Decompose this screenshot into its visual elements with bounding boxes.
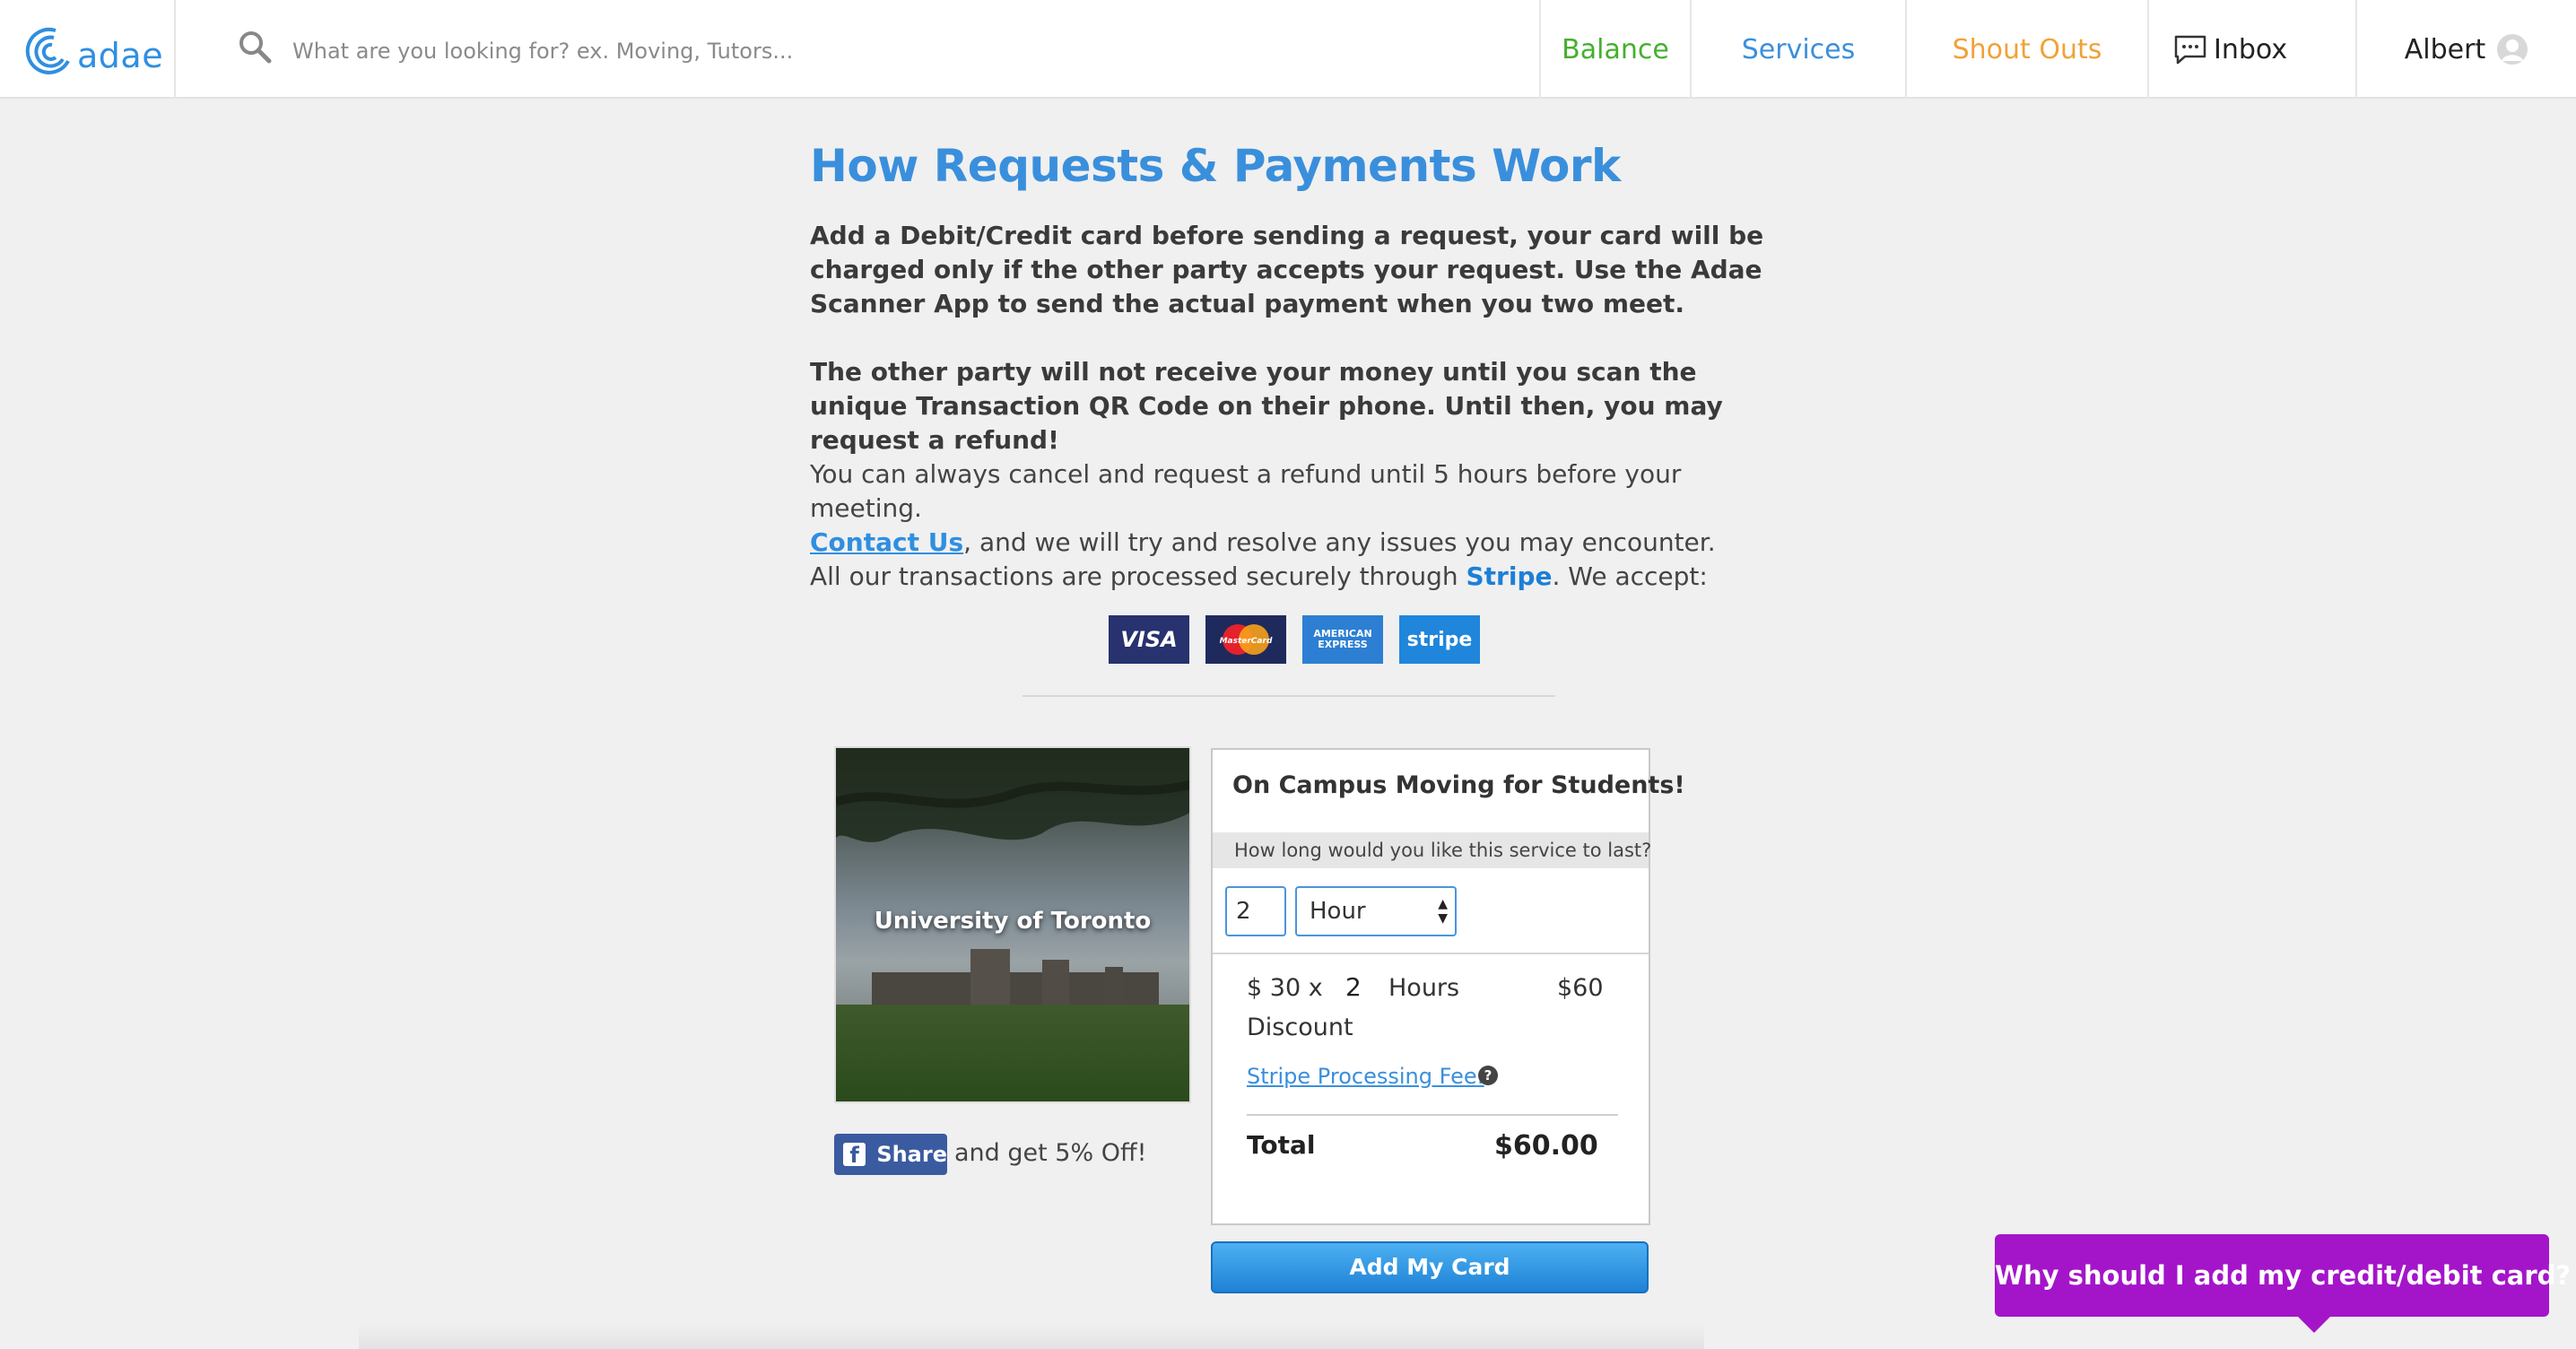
nav-balance[interactable]: Balance — [1539, 0, 1690, 99]
search-icon — [239, 31, 272, 64]
stripe-suffix: . We accept: — [1552, 561, 1708, 591]
stripe-prefix: All our transactions are processed secur… — [810, 561, 1466, 591]
nav-user-name: Albert — [2404, 33, 2486, 65]
section-divider — [1023, 695, 1555, 697]
service-title: On Campus Moving for Students! — [1232, 771, 1685, 799]
stripe-logo-text: stripe — [1406, 628, 1473, 651]
price-quantity: 2 — [1345, 972, 1362, 1002]
mastercard-circles-icon: MasterCard — [1220, 624, 1273, 655]
info-paragraph-card: Add a Debit/Credit card before sending a… — [810, 221, 1764, 318]
mastercard-logo-text: MasterCard — [1220, 637, 1273, 646]
info-paragraph-refund: The other party will not receive your mo… — [810, 357, 1723, 455]
select-arrows-icon: ▲ ▼ — [1438, 897, 1448, 926]
top-nav-bar: adae Balance Services Shout Outs Inbox A… — [0, 0, 2576, 99]
nav-shout-outs[interactable]: Shout Outs — [1905, 0, 2147, 99]
stripe-link[interactable]: Stripe — [1466, 561, 1553, 591]
nav-services-label: Services — [1741, 33, 1856, 65]
facebook-share-label: Share — [876, 1142, 947, 1167]
stripe-logo: stripe — [1399, 615, 1480, 664]
nav-services[interactable]: Services — [1690, 0, 1905, 99]
search-input[interactable] — [291, 30, 1478, 72]
adae-logo-icon — [25, 27, 70, 74]
price-unit: Hours — [1388, 974, 1460, 1002]
nav-shout-outs-label: Shout Outs — [1952, 33, 2102, 65]
stripe-fee-link[interactable]: Stripe Processing Fee: — [1247, 1064, 1484, 1089]
accepted-cards: VISA MasterCard AMERICAN EXPRESS stripe — [1109, 615, 1480, 664]
info-paragraph-stripe: All our transactions are processed secur… — [810, 560, 1797, 594]
visa-logo: VISA — [1109, 615, 1189, 664]
mastercard-logo: MasterCard — [1205, 615, 1286, 664]
amex-logo-line2: EXPRESS — [1318, 639, 1368, 650]
duration-unit-value: Hour — [1310, 898, 1366, 925]
add-my-card-button[interactable]: Add My Card — [1211, 1241, 1649, 1293]
page-title: How Requests & Payments Work — [810, 140, 1621, 192]
discount-label: Discount — [1247, 1014, 1353, 1041]
total-divider — [1247, 1114, 1618, 1116]
nav-inbox-label: Inbox — [2214, 33, 2288, 65]
share-discount-text: and get 5% Off! — [954, 1139, 1147, 1167]
total-label: Total — [1247, 1130, 1316, 1160]
price-rate: $ 30 x — [1247, 974, 1323, 1002]
total-value: $60.00 — [1494, 1130, 1598, 1162]
facebook-icon: f — [843, 1143, 866, 1166]
amex-logo: AMERICAN EXPRESS — [1302, 615, 1383, 664]
service-image-label: University of Toronto — [874, 908, 1152, 935]
duration-question: How long would you like this service to … — [1213, 832, 1651, 868]
service-image: University of Toronto — [834, 746, 1191, 1103]
avatar-icon — [2497, 34, 2528, 65]
facebook-share-button[interactable]: f Share — [834, 1134, 947, 1175]
duration-unit-select[interactable]: Hour ▲ ▼ — [1295, 886, 1457, 936]
price-subtotal: $60 — [1557, 974, 1604, 1002]
cancel-text-rest: , and we will try and resolve any issues… — [963, 527, 1716, 557]
nav-balance-label: Balance — [1562, 33, 1669, 65]
logo-text: adae — [77, 36, 164, 75]
why-add-card-help-bubble[interactable]: Why should I add my credit/debit card? — [1995, 1234, 2571, 1333]
info-paragraph-cancel: You can always cancel and request a refu… — [810, 457, 1797, 560]
help-icon[interactable]: ? — [1478, 1066, 1498, 1085]
contact-us-link[interactable]: Contact Us — [810, 527, 963, 557]
logo[interactable]: adae — [0, 0, 176, 99]
cancel-text: You can always cancel and request a refu… — [810, 459, 1682, 523]
footer-shadow — [359, 1324, 1704, 1349]
nav-user-menu[interactable]: Albert — [2355, 0, 2576, 99]
nav-inbox[interactable]: Inbox — [2147, 0, 2355, 99]
order-summary-box: On Campus Moving for Students! How long … — [1211, 748, 1685, 1225]
chat-bubble-icon — [2174, 35, 2206, 65]
duration-quantity-input[interactable]: 2 — [1225, 886, 1286, 936]
visa-logo-text: VISA — [1120, 627, 1178, 652]
order-divider — [1213, 953, 1649, 954]
